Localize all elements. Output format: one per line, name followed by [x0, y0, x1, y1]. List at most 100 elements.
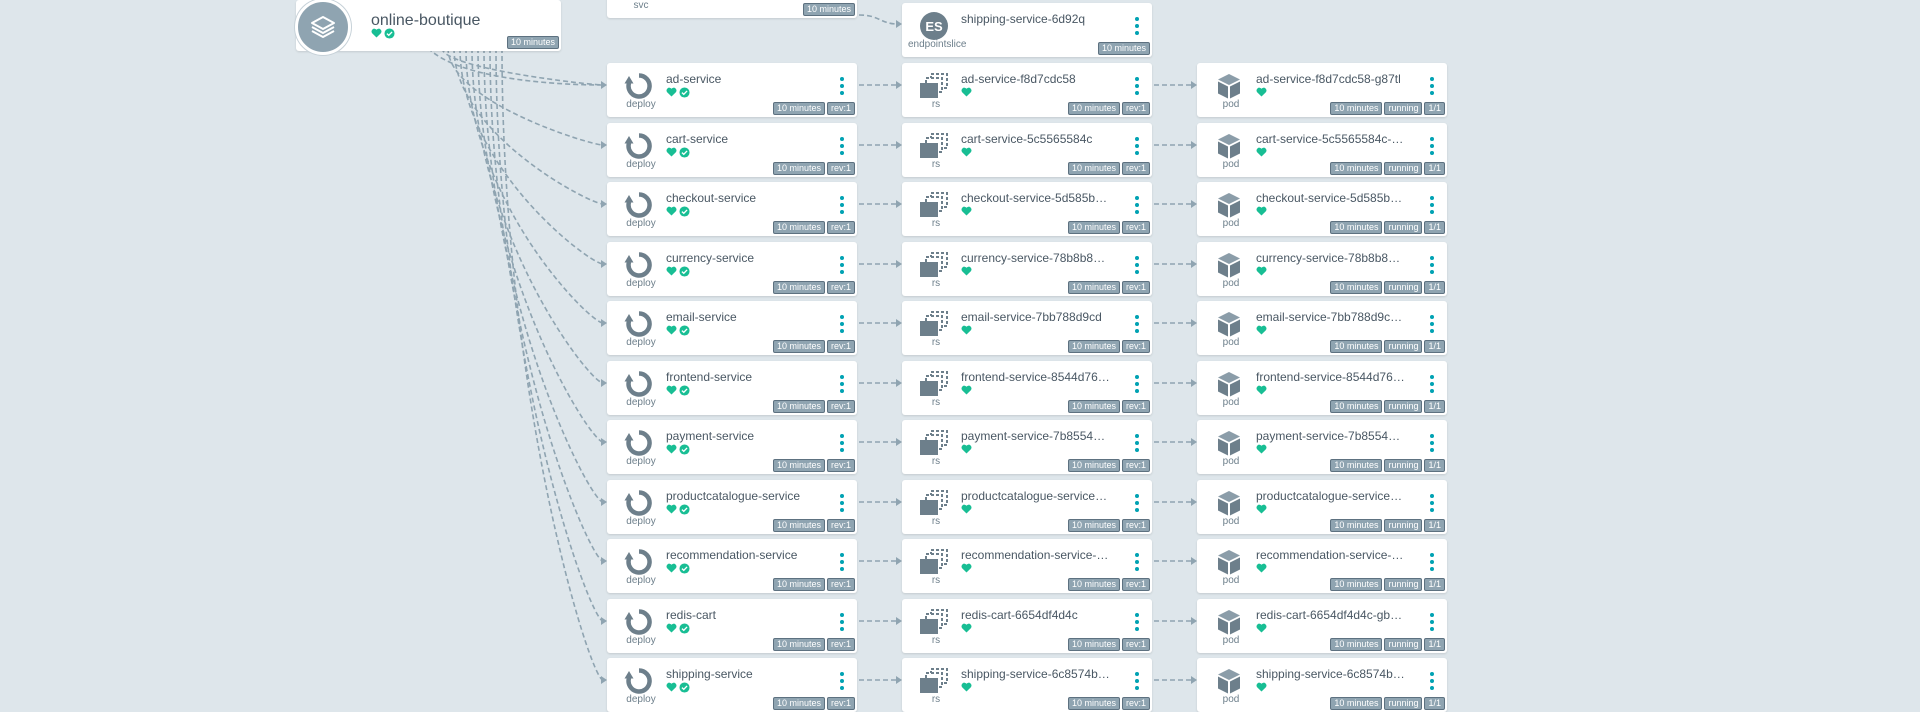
pod-icon-wrap [1207, 428, 1251, 458]
node-menu-button[interactable] [1430, 137, 1434, 159]
node-menu-button[interactable] [840, 137, 844, 159]
deploy-node[interactable]: deploy email-service 10 minutes rev:1 [607, 301, 857, 355]
svc-node[interactable]: svc 10 minutes [607, 0, 857, 18]
node-menu-button[interactable] [840, 256, 844, 278]
rs-node[interactable]: rs recommendation-service-c95... 10 minute… [902, 539, 1152, 593]
node-menu-button[interactable] [1430, 375, 1434, 397]
pod-node[interactable]: pod payment-service-7b855466bb... 10 minut… [1197, 420, 1447, 474]
pod-node[interactable]: pod cart-service-5c5565584c-qf2... 10 minu… [1197, 123, 1447, 177]
age-tag: 10 minutes [1067, 519, 1120, 532]
pod-node[interactable]: pod email-service-7bb788d9cd-r9... 10 minu… [1197, 301, 1447, 355]
node-menu-button[interactable] [1135, 494, 1139, 516]
node-kind: rs [931, 694, 941, 705]
node-menu-button[interactable] [1135, 434, 1139, 456]
node-menu-button[interactable] [1430, 434, 1434, 456]
node-menu-button[interactable] [1430, 494, 1434, 516]
node-tags: 10 minutes running 1/1 [1330, 578, 1445, 591]
node-menu-button[interactable] [1135, 315, 1139, 337]
endpointslice-node[interactable]: ES endpointslice shipping-service-6d92q … [902, 3, 1152, 57]
node-kind: pod [1222, 694, 1240, 705]
rs-node[interactable]: rs ad-service-f8d7cdc58 10 minutes rev:1 [902, 63, 1152, 117]
check-circle-icon [679, 563, 690, 574]
node-menu-button[interactable] [840, 494, 844, 516]
node-menu-button[interactable] [840, 613, 844, 635]
node-name: checkout-service-5d585b76b... [1256, 191, 1406, 205]
node-menu-button[interactable] [1135, 672, 1139, 694]
rs-node[interactable]: rs currency-service-78b8b8b7d6 10 minutes r… [902, 242, 1152, 296]
pod-node[interactable]: pod redis-cart-6654df4d4c-gb2cd 10 minutes… [1197, 599, 1447, 653]
deploy-node[interactable]: deploy frontend-service 10 minutes rev:1 [607, 361, 857, 415]
rs-node[interactable]: rs frontend-service-8544d76fc9 10 minutes r… [902, 361, 1152, 415]
app-node[interactable]: online-boutique 10 minutes [295, 0, 561, 55]
pod-node[interactable]: pod shipping-service-6c8574bb6... 10 minut… [1197, 658, 1447, 712]
node-menu-button[interactable] [1135, 553, 1139, 575]
node-name: cart-service [666, 132, 729, 146]
node-menu-button[interactable] [840, 672, 844, 694]
deploy-node[interactable]: deploy redis-cart 10 minutes rev:1 [607, 599, 857, 653]
heart-icon [666, 206, 677, 216]
rs-node[interactable]: rs email-service-7bb788d9cd 10 minutes rev:… [902, 301, 1152, 355]
node-name: redis-cart [666, 608, 717, 622]
node-menu-button[interactable] [1135, 196, 1139, 218]
pod-node[interactable]: pod checkout-service-5d585b76b... 10 minut… [1197, 182, 1447, 236]
endpointslice-icon: ES [920, 12, 948, 40]
node-tags: 10 minutes rev:1 [1067, 578, 1150, 591]
ready-tag: 1/1 [1424, 578, 1445, 591]
node-name: recommendation-service [666, 548, 798, 562]
heart-icon [961, 444, 972, 454]
node-status [1256, 444, 1267, 454]
node-menu-button[interactable] [840, 196, 844, 218]
node-menu-button[interactable] [840, 77, 844, 99]
deploy-icon [624, 609, 652, 635]
rs-node[interactable]: rs cart-service-5c5565584c 10 minutes rev:1 [902, 123, 1152, 177]
node-menu-button[interactable] [1430, 77, 1434, 99]
pod-node[interactable]: pod frontend-service-8544d76fc9... 10 minu… [1197, 361, 1447, 415]
pod-node[interactable]: pod productcatalogue-service-f87... 10 min… [1197, 480, 1447, 534]
age-tag: 10 minutes [772, 638, 825, 651]
app-to-deploy-edge [495, 47, 604, 622]
node-menu-button[interactable] [840, 375, 844, 397]
node-menu-button[interactable] [1135, 375, 1139, 397]
node-name: frontend-service [666, 370, 753, 384]
node-tags: 10 minutes rev:1 [1067, 162, 1150, 175]
rs-node[interactable]: rs payment-service-7b855466bb 10 minutes re… [902, 420, 1152, 474]
node-menu-button[interactable] [1135, 77, 1139, 99]
check-circle-icon [679, 325, 690, 336]
age-tag: 10 minutes [1330, 578, 1383, 591]
app-to-deploy-edge [447, 47, 604, 146]
node-menu-button[interactable] [1430, 613, 1434, 635]
node-menu-button[interactable] [1135, 256, 1139, 278]
pod-node[interactable]: pod currency-service-78b8b8b7d... 10 minut… [1197, 242, 1447, 296]
node-menu-button[interactable] [840, 315, 844, 337]
pod-node[interactable]: pod recommendation-service-c95... 10 minut… [1197, 539, 1447, 593]
node-menu-button[interactable] [1430, 315, 1434, 337]
node-kind: deploy [626, 218, 656, 229]
node-status [961, 87, 972, 97]
pod-node[interactable]: pod ad-service-f8d7cdc58-g87tl 10 minutes r… [1197, 63, 1447, 117]
deploy-node[interactable]: deploy currency-service 10 minutes rev:1 [607, 242, 857, 296]
deploy-node[interactable]: deploy checkout-service 10 minutes rev:1 [607, 182, 857, 236]
rs-node[interactable]: rs checkout-service-5d585b76b6 10 minutes r… [902, 182, 1152, 236]
endpointslice-icon-wrap: ES [912, 11, 956, 41]
rs-icon-wrap [912, 250, 956, 280]
node-name: productcatalogue-service-f87... [961, 489, 1111, 503]
endpointslice-menu-button[interactable] [1135, 17, 1139, 39]
deploy-node[interactable]: deploy productcatalogue-service 10 minutes… [607, 480, 857, 534]
node-menu-button[interactable] [840, 434, 844, 456]
age-tag: 10 minutes [1330, 281, 1383, 294]
deploy-node[interactable]: deploy ad-service 10 minutes rev:1 [607, 63, 857, 117]
rs-node[interactable]: rs redis-cart-6654df4d4c 10 minutes rev:1 [902, 599, 1152, 653]
deploy-node[interactable]: deploy cart-service 10 minutes rev:1 [607, 123, 857, 177]
node-menu-button[interactable] [1430, 196, 1434, 218]
node-menu-button[interactable] [1430, 672, 1434, 694]
node-menu-button[interactable] [840, 553, 844, 575]
rs-node[interactable]: rs productcatalogue-service-f87... 10 minu… [902, 480, 1152, 534]
node-menu-button[interactable] [1135, 137, 1139, 159]
deploy-node[interactable]: deploy shipping-service 10 minutes rev:1 [607, 658, 857, 712]
node-menu-button[interactable] [1430, 553, 1434, 575]
deploy-node[interactable]: deploy payment-service 10 minutes rev:1 [607, 420, 857, 474]
node-menu-button[interactable] [1135, 613, 1139, 635]
deploy-node[interactable]: deploy recommendation-service 10 minutes re… [607, 539, 857, 593]
node-menu-button[interactable] [1430, 256, 1434, 278]
rs-node[interactable]: rs shipping-service-6c8574bb6d 10 minutes r… [902, 658, 1152, 712]
